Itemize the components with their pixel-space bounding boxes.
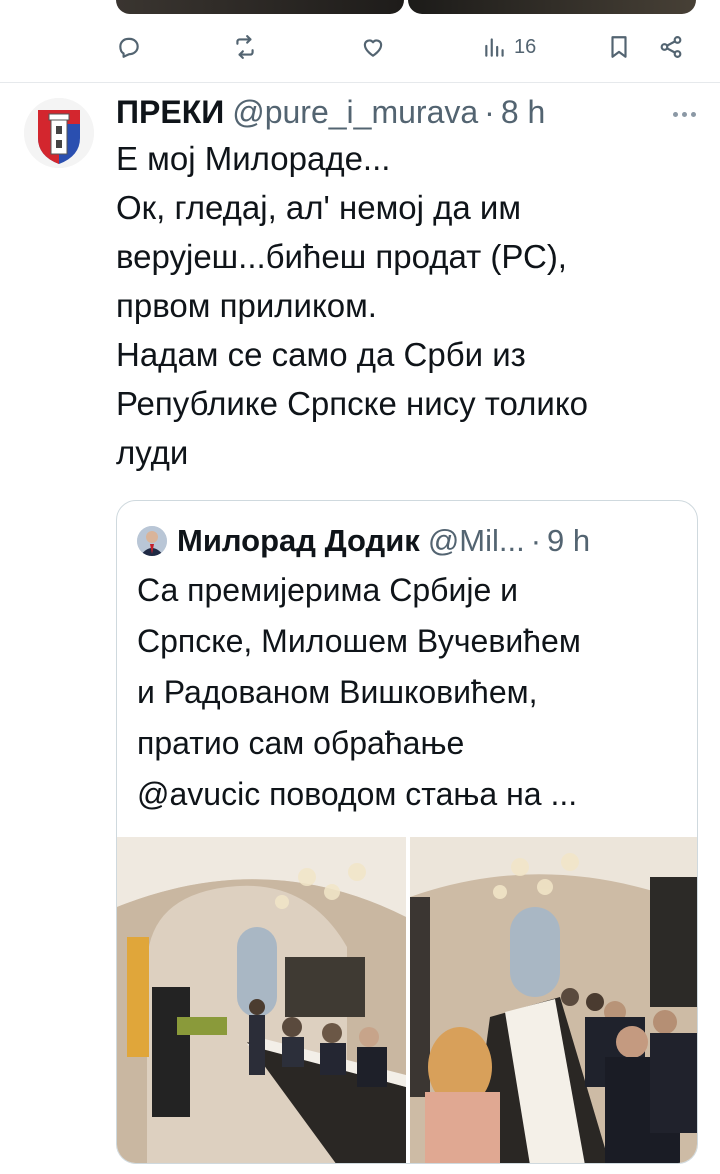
shield-logo-icon — [24, 98, 94, 168]
retweet-icon — [236, 35, 254, 59]
tweet-time[interactable]: 8 h — [501, 94, 545, 131]
person-photo-icon — [137, 526, 167, 556]
quote-text-line: @avucic поводом стања на ... — [137, 776, 578, 812]
bookmark-icon — [611, 36, 627, 58]
more-dot — [672, 111, 678, 117]
author-name[interactable]: ПРЕКИ — [116, 94, 224, 131]
previous-tweet-action-bar: 16 — [0, 22, 720, 74]
restaurant-meeting-photo-1[interactable] — [117, 837, 406, 1163]
quote-text-line: Српске, Милошем Вучевићем — [137, 623, 581, 659]
quote-text-line: Са премијерима Србије и — [137, 572, 518, 608]
tweet-text-line: првом приликом. — [116, 287, 377, 324]
restaurant-meeting-photo-2[interactable] — [410, 837, 697, 1163]
photo-illustration — [117, 837, 406, 1163]
photo-illustration — [410, 837, 697, 1163]
quote-text-line: пратио сам обраћање — [137, 725, 465, 761]
quote-author-name[interactable]: Милорад Додик — [177, 523, 420, 559]
quote-media — [117, 837, 697, 1163]
tweet-divider — [0, 82, 720, 83]
author-avatar[interactable] — [24, 98, 94, 168]
more-options-button[interactable] — [664, 98, 704, 130]
more-dot — [690, 111, 696, 117]
tweet-text-line: Е мој Милораде... — [116, 140, 391, 177]
quote-text-line: и Радованом Вишковићем, — [137, 674, 538, 710]
tweet-text-line: Републике Српске нису толико — [116, 385, 589, 422]
quote-time[interactable]: 9 h — [547, 523, 590, 559]
quote-text: Са премијерима Србије и Српске, Милошем … — [137, 565, 687, 820]
tweet-text-line: Ок, гледај, ал' немој да им — [116, 189, 522, 226]
tweet-header: ПРЕКИ @pure_i_murava · 8 h — [116, 92, 545, 132]
reply-icon — [119, 37, 139, 58]
heart-icon — [363, 39, 383, 57]
views-icon — [485, 38, 504, 57]
bookmark-button[interactable] — [606, 30, 632, 64]
tweet-text-line: верујеш...бићеш продат (РС), — [116, 238, 567, 275]
retweet-button[interactable] — [232, 30, 258, 64]
previous-tweet-media[interactable] — [116, 0, 696, 14]
views-button[interactable]: 16 — [482, 30, 536, 64]
tweet-text-line: луди — [116, 434, 189, 471]
previous-tweet-photo-right[interactable] — [408, 0, 696, 14]
tweet-text: Е мој Милораде... Ок, гледај, ал' немој … — [116, 134, 706, 477]
header-separator: · — [484, 93, 495, 130]
share-button[interactable] — [658, 30, 684, 64]
author-handle[interactable]: @pure_i_murava — [232, 94, 478, 131]
quote-header: Милорад Додик @Mil... · 9 h — [137, 521, 590, 561]
views-count: 16 — [514, 35, 537, 58]
reply-button[interactable] — [116, 30, 142, 64]
quote-author-handle[interactable]: @Mil... — [428, 523, 525, 559]
tweet-text-line: Надам се само да Срби из — [116, 336, 526, 373]
quoted-tweet-card[interactable]: Милорад Додик @Mil... · 9 h Са премијери… — [116, 500, 698, 1164]
previous-tweet-photo-left[interactable] — [116, 0, 404, 14]
quote-header-separator: · — [530, 523, 542, 558]
more-dot — [681, 111, 687, 117]
share-icon — [660, 36, 682, 58]
quote-author-avatar — [137, 526, 167, 556]
like-button[interactable] — [360, 30, 386, 64]
